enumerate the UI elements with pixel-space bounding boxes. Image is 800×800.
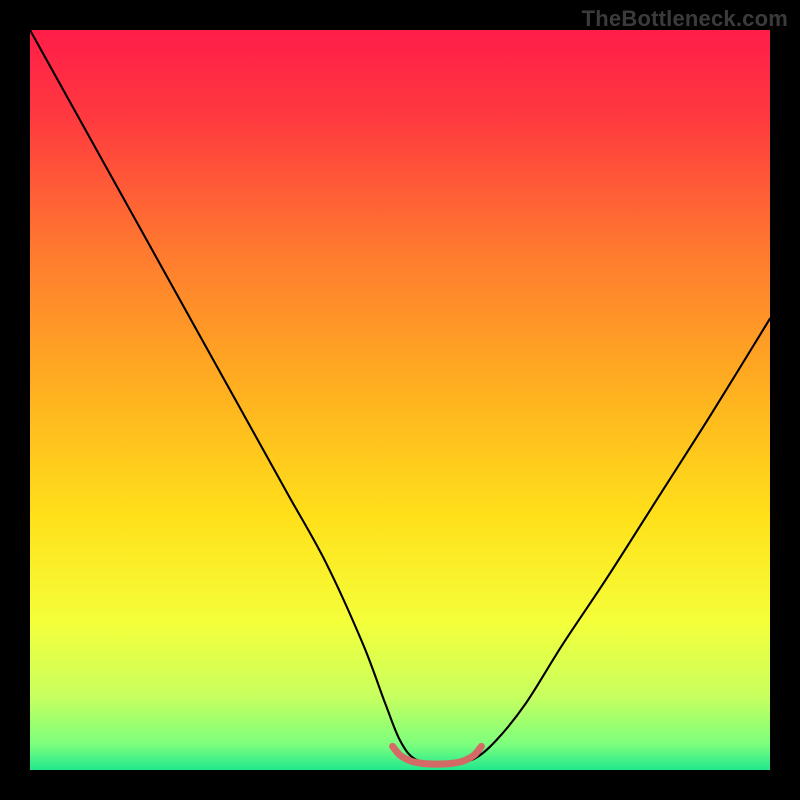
curve-layer xyxy=(30,30,770,770)
bottleneck-curve xyxy=(30,30,770,763)
chart-frame: TheBottleneck.com xyxy=(0,0,800,800)
watermark-text: TheBottleneck.com xyxy=(582,6,788,32)
plot-area xyxy=(30,30,770,770)
